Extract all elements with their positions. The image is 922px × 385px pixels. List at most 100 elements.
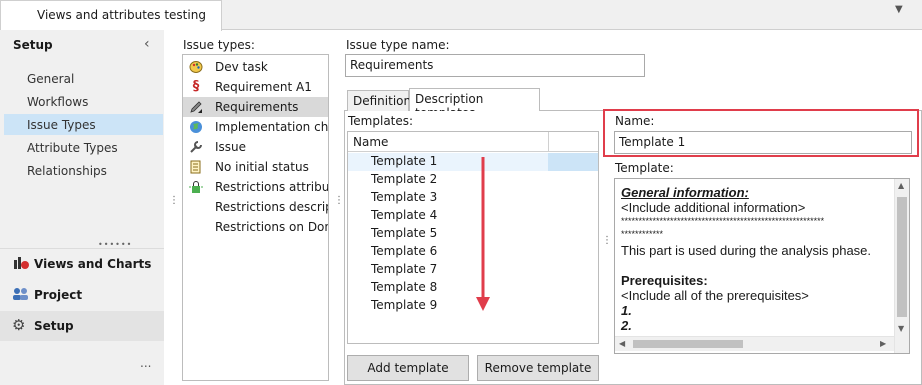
- table-row[interactable]: Template 5: [348, 225, 598, 243]
- tab-definition[interactable]: Definition: [347, 90, 412, 112]
- template-name-value: Template 1: [619, 135, 686, 149]
- name-label: Name:: [615, 114, 655, 128]
- template-line: 1.: [621, 303, 632, 318]
- list-item[interactable]: No initial status: [183, 157, 328, 177]
- table-row[interactable]: Template 4: [348, 207, 598, 225]
- template-line: <Include additional information>: [621, 200, 806, 215]
- document-tab-title: Views and attributes testing: [37, 8, 206, 22]
- grid-header-name: Name: [353, 135, 389, 149]
- issue-types-list[interactable]: Dev task § Requirement A1 Requirements I…: [182, 54, 329, 381]
- table-row[interactable]: Template 6: [348, 243, 598, 261]
- template-line: ************: [621, 229, 664, 239]
- list-item[interactable]: Implementation change: [183, 117, 329, 137]
- scroll-right-icon[interactable]: ▶: [880, 339, 886, 348]
- template-heading: General information:: [621, 185, 749, 200]
- table-row[interactable]: Template 9: [348, 297, 598, 315]
- table-row[interactable]: Template 7: [348, 261, 598, 279]
- palette-icon: [189, 61, 203, 73]
- views-charts-icon: [14, 257, 29, 269]
- tab-label: Definition: [353, 94, 412, 108]
- scroll-left-icon[interactable]: ◀: [619, 339, 625, 348]
- vertical-scrollbar[interactable]: ▲ ▼: [894, 179, 909, 353]
- sidebar-item-workflows[interactable]: Workflows: [27, 95, 88, 109]
- list-item-label: Dev task: [215, 60, 268, 74]
- tab-description-templates[interactable]: Description templates: [409, 88, 540, 120]
- list-item[interactable]: Restrictions on Done: [183, 217, 329, 237]
- template-name: Template 2: [371, 172, 438, 186]
- sidebar-item-general[interactable]: General: [27, 72, 74, 86]
- template-name-field[interactable]: Template 1: [614, 131, 912, 154]
- scrollbar-thumb[interactable]: [633, 340, 743, 348]
- section-label: Setup: [34, 319, 74, 333]
- list-item[interactable]: Dev task: [183, 57, 328, 77]
- template-label: Template:: [615, 161, 674, 175]
- wrench-icon: [190, 141, 202, 153]
- template-name: Template 1: [371, 154, 438, 168]
- list-item-label: Requirement A1: [215, 80, 312, 94]
- table-row[interactable]: Template 8: [348, 279, 598, 297]
- table-row[interactable]: Template 1: [348, 153, 598, 171]
- templates-label: Templates:: [348, 114, 414, 128]
- list-item[interactable]: Restrictions description: [183, 197, 328, 217]
- issue-type-name-field[interactable]: Requirements: [345, 54, 645, 77]
- sidebar-item-attribute-types[interactable]: Attribute Types: [27, 141, 118, 155]
- issue-types-label: Issue types:: [183, 38, 255, 52]
- template-splitter-grip[interactable]: ⋮: [602, 236, 612, 246]
- button-label: Add template: [367, 361, 449, 375]
- template-name: Template 8: [371, 280, 438, 294]
- list-item[interactable]: Issue: [183, 137, 328, 157]
- section-label: Project: [34, 288, 83, 302]
- list-item-label: Issue: [215, 140, 247, 154]
- list-item-label: Restrictions on Done: [215, 220, 329, 234]
- selected-cell-highlight: [548, 153, 598, 171]
- sidebar-splitter-grip[interactable]: ⋮: [169, 196, 179, 206]
- list-item[interactable]: Restrictions attributes: [183, 177, 328, 197]
- scroll-up-icon[interactable]: ▲: [898, 181, 904, 190]
- button-label: Remove template: [484, 361, 592, 375]
- more-options-icon[interactable]: ...: [140, 356, 151, 370]
- document-tab[interactable]: Views and attributes testing: [0, 0, 222, 31]
- list-item-label: Implementation change: [215, 120, 329, 134]
- list-item-label: No initial status: [215, 160, 309, 174]
- remove-template-button[interactable]: Remove template: [477, 355, 599, 381]
- project-users-icon: [13, 288, 28, 300]
- collapse-chevron-icon[interactable]: ‹: [144, 36, 150, 52]
- sidebar-title: Setup: [13, 38, 53, 52]
- document-icon: [190, 160, 201, 174]
- horizontal-scrollbar[interactable]: ◀ ▶: [615, 336, 894, 351]
- template-line: 2.: [621, 318, 632, 333]
- table-row[interactable]: Template 3: [348, 189, 598, 207]
- globe-icon: [190, 121, 202, 133]
- template-name: Template 5: [371, 226, 438, 240]
- template-name: Template 4: [371, 208, 438, 222]
- list-splitter-grip[interactable]: ⋮: [334, 196, 344, 206]
- list-item[interactable]: § Requirement A1: [183, 77, 328, 97]
- down-arrow-annotation-icon: [476, 157, 490, 311]
- lock-icon: [189, 181, 203, 193]
- add-template-button[interactable]: Add template: [347, 355, 469, 381]
- template-body-editor[interactable]: General information: <Include additional…: [614, 178, 910, 354]
- list-item-selected[interactable]: Requirements: [183, 97, 328, 117]
- grid-column-divider: [548, 132, 549, 152]
- scrollbar-thumb[interactable]: [897, 197, 907, 317]
- chevron-down-icon[interactable]: ▼: [895, 4, 903, 15]
- template-name: Template 6: [371, 244, 438, 258]
- list-item-label: Requirements: [215, 100, 299, 114]
- table-row[interactable]: Template 2: [348, 171, 598, 189]
- sidebar-item-relationships[interactable]: Relationships: [27, 164, 107, 178]
- sidebar-item-issue-types[interactable]: Issue Types: [27, 118, 96, 132]
- template-line: <Include all of the prerequisites>: [621, 288, 809, 303]
- grid-header: Name: [348, 132, 598, 152]
- issue-type-name-label: Issue type name:: [346, 38, 450, 52]
- list-item-label: Restrictions description: [215, 200, 328, 214]
- gear-icon: ⚙: [12, 316, 26, 334]
- template-name: Template 9: [371, 298, 438, 312]
- template-line: ****************************************…: [621, 216, 825, 226]
- pencil-icon: [190, 101, 202, 113]
- template-name: Template 3: [371, 190, 438, 204]
- section-label: Views and Charts: [34, 257, 152, 271]
- template-name: Template 7: [371, 262, 438, 276]
- templates-grid[interactable]: Name Template 1 Template 2 Template 3 Te…: [347, 131, 599, 344]
- scroll-down-icon[interactable]: ▼: [898, 324, 904, 333]
- section-sign-icon: §: [192, 79, 200, 94]
